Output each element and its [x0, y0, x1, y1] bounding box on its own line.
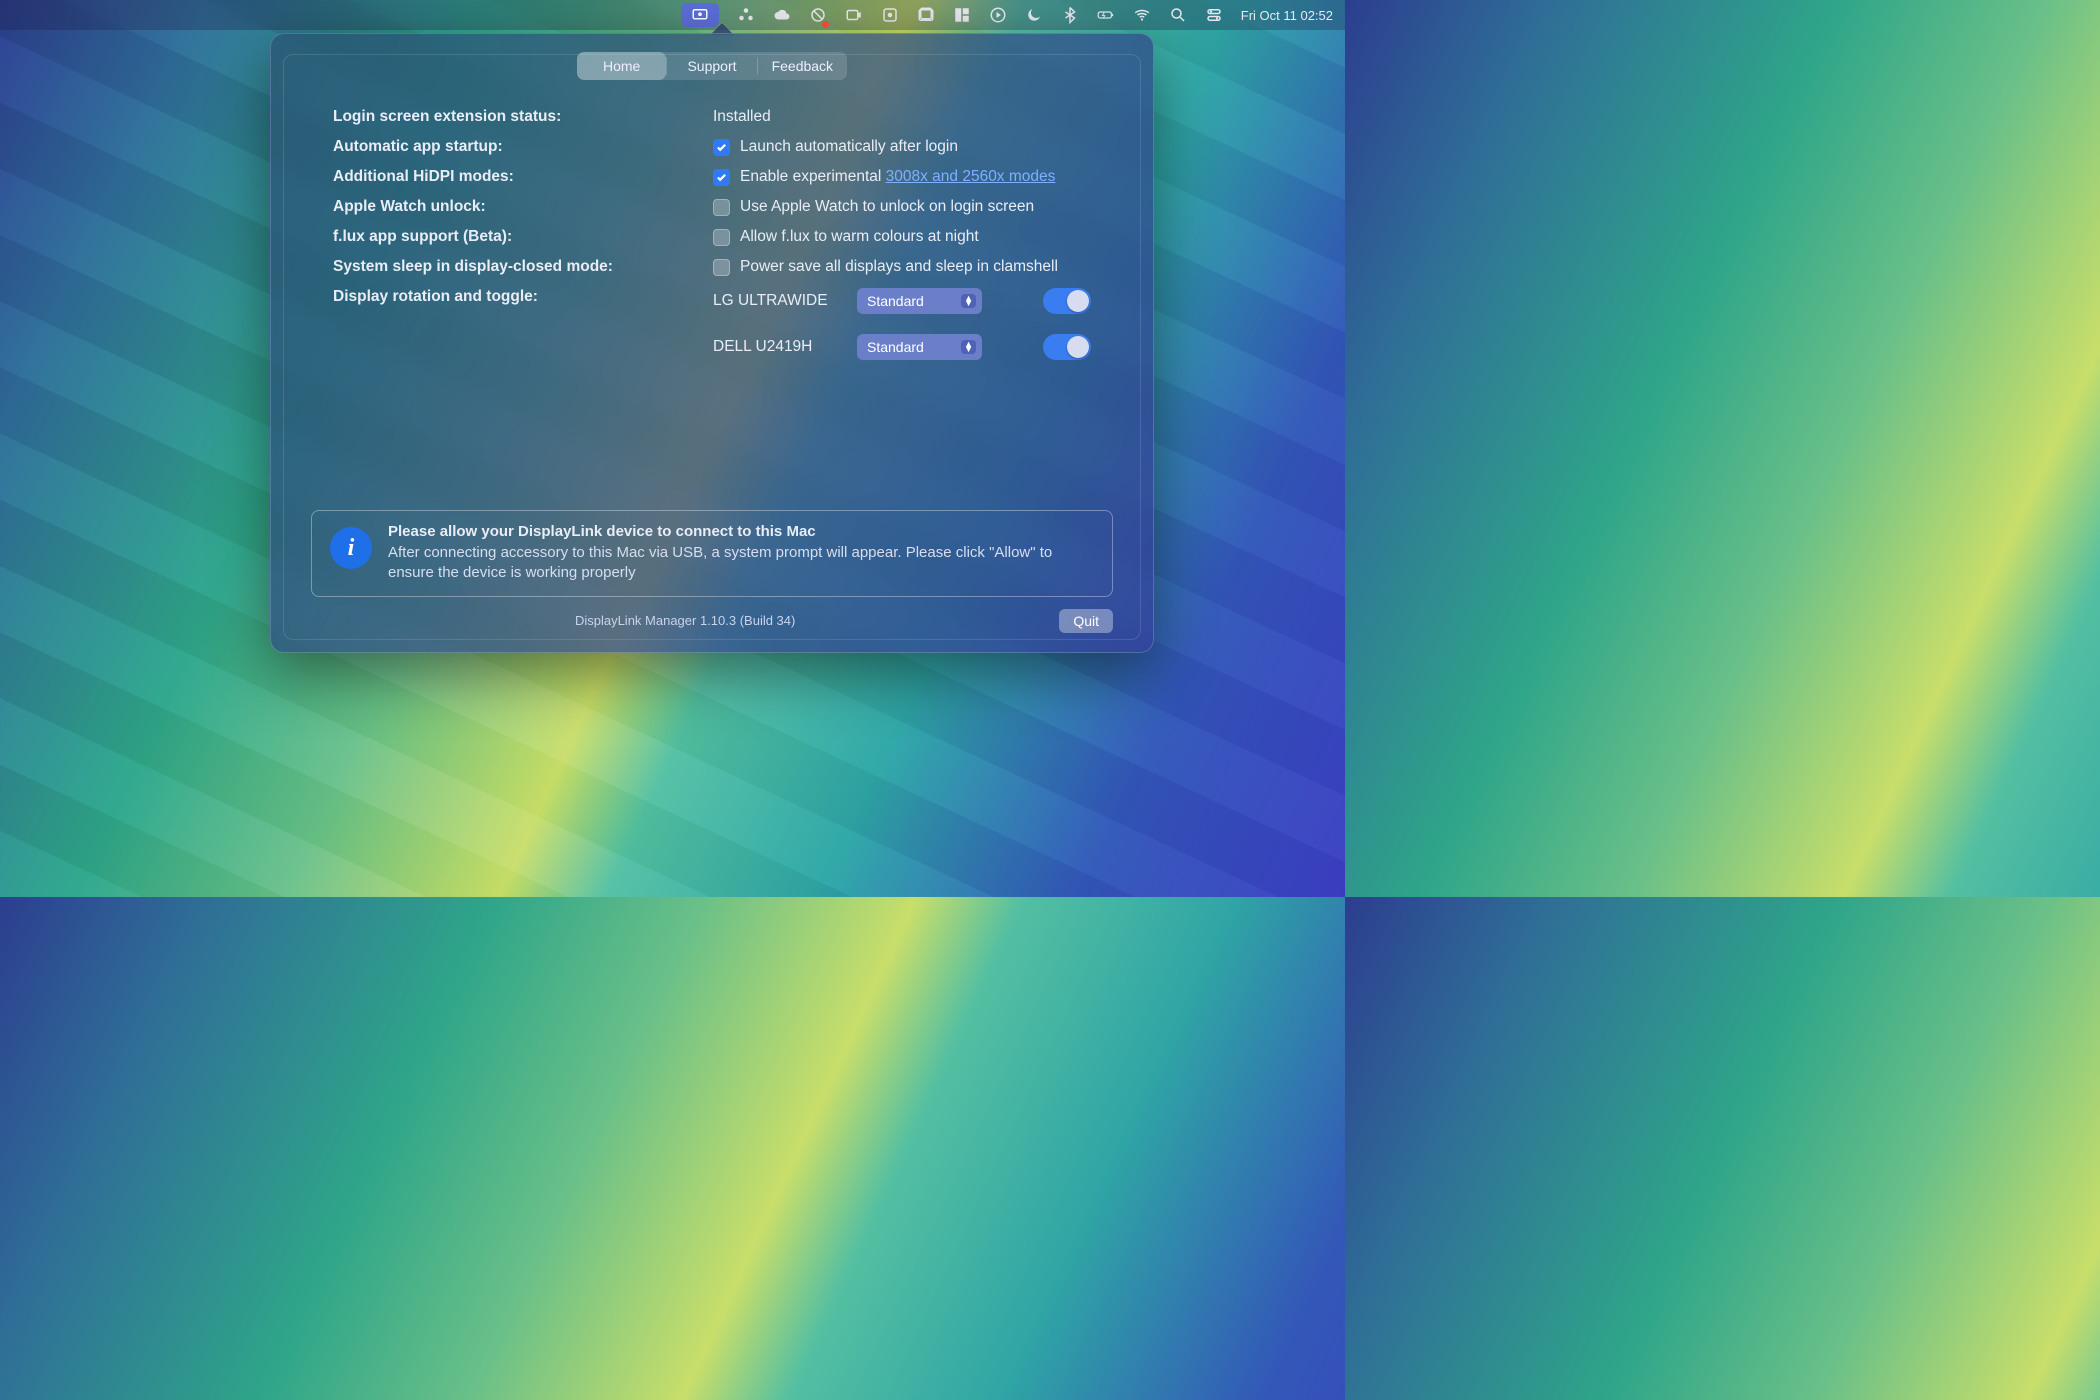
- info-icon: i: [330, 527, 372, 569]
- wifi-icon[interactable]: [1133, 0, 1151, 30]
- quit-button[interactable]: Quit: [1059, 609, 1113, 633]
- info-title: Please allow your DisplayLink device to …: [388, 523, 1094, 540]
- tab-home[interactable]: Home: [577, 52, 666, 80]
- sleep-checkbox[interactable]: [713, 259, 730, 276]
- battery-icon[interactable]: [1097, 0, 1115, 30]
- display-row-0: LG ULTRAWIDE Standard ▲▼: [713, 288, 1091, 314]
- play-circle-icon[interactable]: [989, 0, 1007, 30]
- watch-unlock-checkbox[interactable]: [713, 199, 730, 216]
- rotation-label: Display rotation and toggle:: [333, 288, 713, 306]
- display-row-1: DELL U2419H Standard ▲▼: [713, 334, 1091, 360]
- menubar-app-status-icon[interactable]: [809, 0, 827, 30]
- display-mode-select-1[interactable]: Standard ▲▼: [857, 334, 982, 360]
- display-name-1: DELL U2419H: [713, 338, 843, 356]
- watch-unlock-text: Use Apple Watch to unlock on login scree…: [740, 198, 1034, 216]
- sleep-text: Power save all displays and sleep in cla…: [740, 258, 1058, 276]
- login-status-value: Installed: [713, 108, 1091, 126]
- display-mode-select-0[interactable]: Standard ▲▼: [857, 288, 982, 314]
- hidpi-text: Enable experimental 3008x and 2560x mode…: [740, 168, 1055, 186]
- mission-control-icon[interactable]: [917, 0, 935, 30]
- control-center-icon[interactable]: [1205, 0, 1223, 30]
- auto-startup-label: Automatic app startup:: [333, 138, 713, 156]
- menubar-app-icon[interactable]: [737, 0, 755, 30]
- spotlight-search-icon[interactable]: [1169, 0, 1187, 30]
- display-toggle-1[interactable]: [1043, 334, 1091, 360]
- info-body: After connecting accessory to this Mac v…: [388, 543, 1094, 584]
- flux-text: Allow f.lux to warm colours at night: [740, 228, 979, 246]
- screen-record-icon[interactable]: [845, 0, 863, 30]
- flux-label: f.lux app support (Beta):: [333, 228, 713, 246]
- flux-checkbox[interactable]: [713, 229, 730, 246]
- window-tile-icon[interactable]: [953, 0, 971, 30]
- settings-panel: Login screen extension status: Installed…: [281, 98, 1143, 370]
- menubar-clock[interactable]: Fri Oct 11 02:52: [1241, 0, 1333, 30]
- bluetooth-icon[interactable]: [1061, 0, 1079, 30]
- hidpi-modes-link[interactable]: 3008x and 2560x modes: [886, 168, 1056, 185]
- info-panel: i Please allow your DisplayLink device t…: [311, 510, 1113, 597]
- menubar-app-icon-2[interactable]: [881, 0, 899, 30]
- displaylink-popover: Home Support Feedback Login screen exten…: [270, 33, 1154, 653]
- version-label: DisplayLink Manager 1.10.3 (Build 34): [311, 613, 1059, 628]
- tab-support[interactable]: Support: [667, 52, 756, 80]
- watch-unlock-label: Apple Watch unlock:: [333, 198, 713, 216]
- auto-startup-checkbox[interactable]: [713, 139, 730, 156]
- hidpi-checkbox[interactable]: [713, 169, 730, 186]
- sleep-label: System sleep in display-closed mode:: [333, 258, 713, 276]
- tab-bar: Home Support Feedback: [577, 52, 847, 80]
- tab-feedback[interactable]: Feedback: [758, 52, 847, 80]
- chevron-updown-icon: ▲▼: [961, 294, 976, 308]
- menubar: Fri Oct 11 02:52: [0, 0, 1345, 30]
- moon-icon[interactable]: [1025, 0, 1043, 30]
- auto-startup-text: Launch automatically after login: [740, 138, 958, 156]
- login-status-label: Login screen extension status:: [333, 108, 713, 126]
- chevron-updown-icon: ▲▼: [961, 340, 976, 354]
- hidpi-label: Additional HiDPI modes:: [333, 168, 713, 186]
- display-toggle-0[interactable]: [1043, 288, 1091, 314]
- cloud-icon[interactable]: [773, 0, 791, 30]
- display-name-0: LG ULTRAWIDE: [713, 292, 843, 310]
